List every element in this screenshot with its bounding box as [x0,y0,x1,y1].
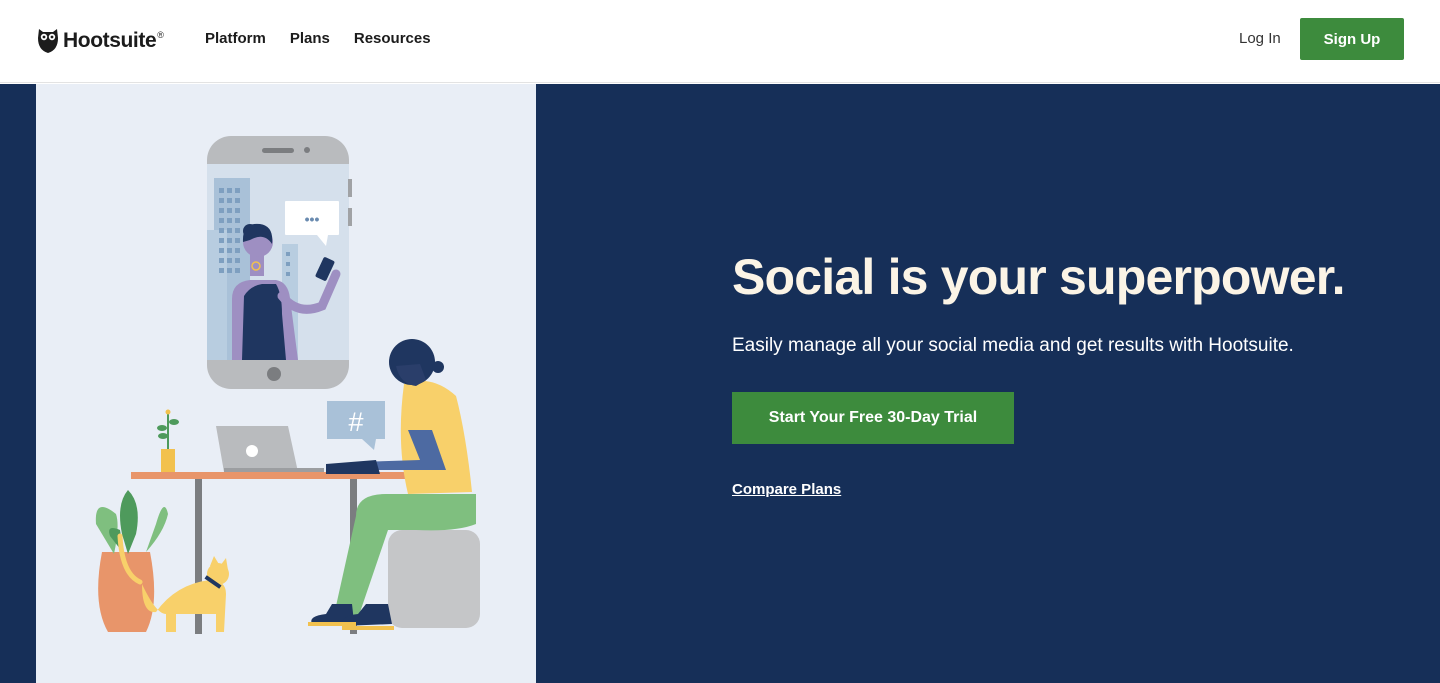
nav-item-resources[interactable]: Resources [354,29,431,49]
owl-logo-icon [38,29,58,53]
nav-item-platform[interactable]: Platform [205,29,266,49]
hero-section: ••• # Social is your superpower. Easily … [0,84,1440,683]
main-nav: Platform Plans Resources [205,29,431,49]
logo-wordmark: Hootsuite [63,29,157,52]
site-header: Hootsuite ® Platform Plans Resources Log… [0,0,1440,83]
phone-illustration: ••• [207,136,352,389]
potted-plant-illustration [95,490,168,632]
hero-headline: Social is your superpower. [732,249,1346,305]
hero-illustration: ••• # [36,84,536,683]
logo-registered-mark: ® [157,30,164,40]
hootsuite-logo[interactable]: Hootsuite ® [37,26,164,56]
signup-button[interactable]: Sign Up [1300,18,1404,60]
hero-subtext: Easily manage all your social media and … [732,335,1294,356]
chat-bubble-dots: ••• [305,211,320,227]
hashtag-bubble-symbol: # [348,407,363,437]
workspace-illustration: ••• # [95,136,480,634]
compare-plans-link[interactable]: Compare Plans [732,480,841,500]
start-free-trial-button[interactable]: Start Your Free 30-Day Trial [732,392,1014,444]
login-link[interactable]: Log In [1239,29,1281,49]
nav-item-plans[interactable]: Plans [290,29,330,49]
